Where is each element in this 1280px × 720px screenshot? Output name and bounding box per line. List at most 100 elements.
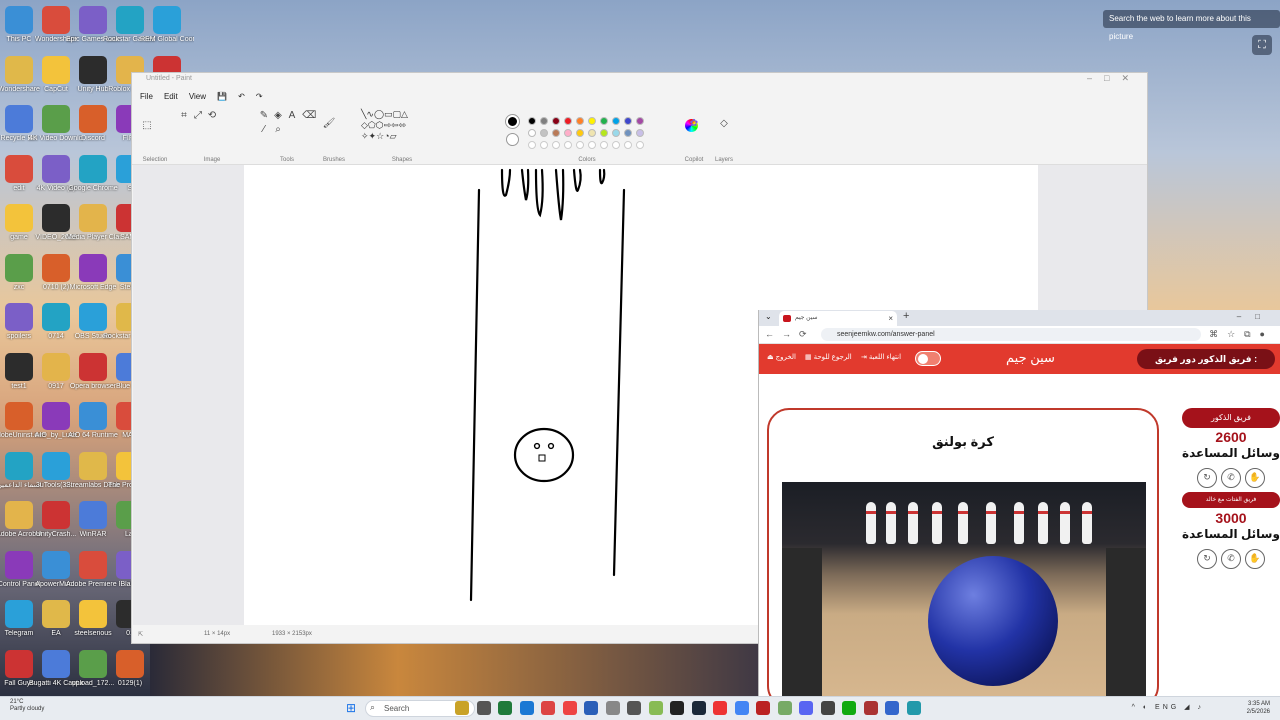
color-swatch[interactable]: [564, 129, 572, 137]
custom-color-slot[interactable]: [564, 141, 572, 149]
brush-icon[interactable]: 🖌: [322, 117, 336, 131]
fill-icon[interactable]: ◈: [271, 109, 285, 123]
custom-color-slot[interactable]: [624, 141, 632, 149]
color-swatch[interactable]: [576, 129, 584, 137]
resize-icon[interactable]: ⤢: [191, 109, 205, 123]
tab-list-icon[interactable]: ⌄: [765, 312, 772, 321]
color-swatch[interactable]: [540, 117, 548, 125]
phone-icon[interactable]: ✆: [1221, 549, 1241, 569]
menu-edit[interactable]: Edit: [160, 87, 182, 107]
taskbar-app-icon[interactable]: [691, 701, 706, 715]
color-swatch[interactable]: [636, 129, 644, 137]
taskbar-app-icon[interactable]: [713, 701, 727, 715]
magnifier-icon[interactable]: ⌕: [271, 123, 285, 137]
exit-button[interactable]: ⏏ الخروج: [767, 353, 796, 361]
start-icon[interactable]: ⊞: [346, 701, 356, 715]
taskbar-app-icon[interactable]: [777, 701, 792, 715]
hand-icon[interactable]: ✋: [1245, 468, 1265, 488]
taskbar-app-icon[interactable]: [863, 701, 878, 715]
taskbar-app-icon[interactable]: [498, 701, 512, 715]
color-swatch[interactable]: [600, 129, 608, 137]
taskbar-app-icon[interactable]: [476, 701, 491, 715]
skip-icon[interactable]: ↻: [1197, 549, 1217, 569]
custom-color-slot[interactable]: [528, 141, 536, 149]
custom-color-slot[interactable]: [540, 141, 548, 149]
clock[interactable]: 3:35 AM 2/5/2026: [1247, 700, 1270, 716]
color-swatch[interactable]: [540, 129, 548, 137]
bowling-pin: [908, 502, 918, 544]
save-icon[interactable]: 💾: [213, 87, 231, 107]
custom-color-slot[interactable]: [576, 141, 584, 149]
undo-icon[interactable]: ↶: [234, 87, 249, 107]
taskbar-app-icon[interactable]: [670, 701, 684, 715]
taskbar-app-icon[interactable]: [541, 701, 555, 715]
taskbar-app-icon[interactable]: [756, 701, 770, 715]
color-swatch[interactable]: [636, 117, 644, 125]
active-tab[interactable]: سين جيم ×: [779, 311, 897, 326]
picker-icon[interactable]: ⁄: [257, 123, 271, 137]
taskbar-app-icon[interactable]: [562, 701, 577, 715]
color-swatch[interactable]: [588, 129, 596, 137]
mode-toggle[interactable]: [915, 351, 941, 366]
layers-icon[interactable]: ◇: [717, 117, 731, 131]
color-swatch[interactable]: [612, 129, 620, 137]
end-game-button[interactable]: ⇥ انتهاء اللعبة: [861, 353, 901, 361]
color-swatch[interactable]: [528, 129, 536, 137]
custom-color-slot[interactable]: [612, 141, 620, 149]
taskbar-app-icon[interactable]: [799, 701, 813, 715]
toolbar-icons[interactable]: ⌘☆⧉●: [1209, 329, 1274, 340]
text-icon[interactable]: A: [285, 109, 299, 123]
copilot-icon[interactable]: ✿: [687, 117, 701, 131]
nav-icons[interactable]: ←→⟳: [765, 329, 815, 340]
taskbar-app-icon[interactable]: [906, 701, 921, 715]
rotate-icon[interactable]: ⟲: [205, 109, 219, 123]
taskbar-app-icon[interactable]: [584, 701, 598, 715]
close-tab-icon[interactable]: ×: [888, 311, 893, 326]
taskbar-app-icon[interactable]: [734, 701, 749, 715]
taskbar-app-icon[interactable]: [842, 701, 856, 715]
color-swatch[interactable]: [624, 117, 632, 125]
redo-icon[interactable]: ↷: [252, 87, 267, 107]
shapes-palette[interactable]: ╲∿◯▭▢△ ◇⬠⬡⇨⇦⬄ ✧✦☆◔▱: [358, 109, 446, 142]
eraser-icon[interactable]: ⌫: [302, 109, 316, 123]
system-tray[interactable]: ^ ◐ ENG ◢ ♪: [1132, 703, 1204, 711]
taskbar-app-icon[interactable]: [605, 701, 620, 715]
window-controls[interactable]: –□: [1237, 312, 1274, 321]
color-swatch[interactable]: [564, 117, 572, 125]
color-swatch[interactable]: [588, 117, 596, 125]
menu-view[interactable]: View: [185, 87, 210, 107]
back-board-button[interactable]: ▦ الرجوع للوحة: [805, 353, 852, 361]
taskbar-app-icon[interactable]: [455, 701, 469, 715]
taskbar-app-icon[interactable]: [519, 701, 534, 715]
custom-color-slot[interactable]: [552, 141, 560, 149]
taskbar-app-icon[interactable]: [820, 701, 835, 715]
taskbar-app-icon[interactable]: [885, 701, 899, 715]
color-swatch[interactable]: [552, 117, 560, 125]
color-swatch[interactable]: [576, 117, 584, 125]
crop-icon[interactable]: ⌗: [177, 109, 191, 123]
color-swatch[interactable]: [528, 117, 536, 125]
hand-icon[interactable]: ✋: [1245, 549, 1265, 569]
taskbar-app-icon[interactable]: [648, 701, 663, 715]
color-swatch[interactable]: [624, 129, 632, 137]
menu-file[interactable]: File: [136, 87, 157, 107]
color-swatch[interactable]: [612, 117, 620, 125]
lens-icon[interactable]: ⛶: [1252, 35, 1272, 55]
search-picture-button[interactable]: Search the web to learn more about this …: [1103, 10, 1280, 41]
custom-color-slot[interactable]: [588, 141, 596, 149]
skip-icon[interactable]: ↻: [1197, 468, 1217, 488]
new-tab-icon[interactable]: +: [903, 310, 909, 322]
weather-widget[interactable]: 21°C Partly cloudy: [10, 699, 44, 713]
window-controls[interactable]: –□✕: [1087, 73, 1141, 84]
taskbar-app-icon[interactable]: [627, 701, 641, 715]
secondary-color[interactable]: [506, 133, 519, 146]
active-color[interactable]: [506, 115, 519, 128]
color-swatch[interactable]: [600, 117, 608, 125]
phone-icon[interactable]: ✆: [1221, 468, 1241, 488]
pencil-icon[interactable]: ✎: [257, 109, 271, 123]
color-swatch[interactable]: [552, 129, 560, 137]
url-field[interactable]: seenjeemkw.com/answer-panel: [821, 328, 1201, 341]
custom-color-slot[interactable]: [636, 141, 644, 149]
custom-color-slot[interactable]: [600, 141, 608, 149]
select-icon[interactable]: ⬚: [140, 119, 154, 133]
